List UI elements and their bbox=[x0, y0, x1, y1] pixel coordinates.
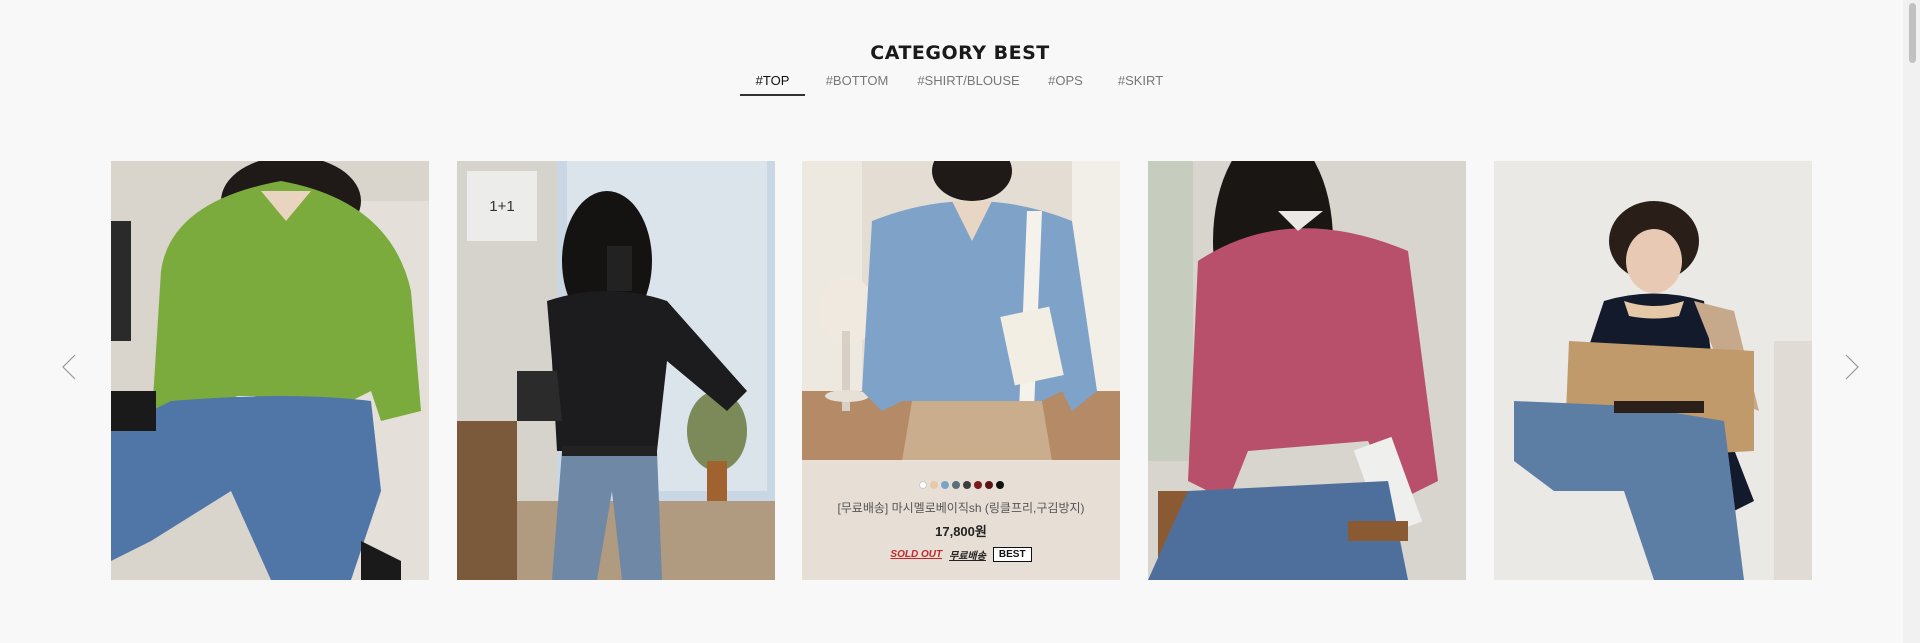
color-swatch[interactable] bbox=[984, 481, 993, 489]
product-tags: SOLD OUT 무료배송 BEST bbox=[802, 547, 1120, 562]
carousel-next-button[interactable] bbox=[1836, 352, 1866, 382]
product-name[interactable]: [무료배송] 마시멜로베이직sh (링클프리,구김방지) bbox=[802, 499, 1120, 516]
color-swatch[interactable] bbox=[918, 481, 927, 489]
product-card[interactable]: [무료배송] 마시멜로베이직sh (링클프리,구김방지) 17,800원 SOL… bbox=[802, 161, 1120, 580]
color-swatch[interactable] bbox=[951, 481, 960, 489]
section-title: CATEGORY BEST bbox=[870, 42, 1050, 64]
tab-ops[interactable]: #OPS bbox=[1028, 73, 1103, 96]
promo-badge: 1+1 bbox=[467, 171, 537, 241]
product-info: [무료배송] 마시멜로베이직sh (링클프리,구김방지) 17,800원 SOL… bbox=[802, 460, 1120, 580]
product-price: 17,800원 bbox=[935, 524, 987, 539]
tab-skirt[interactable]: #SKIRT bbox=[1103, 73, 1178, 96]
color-swatch[interactable] bbox=[973, 481, 982, 489]
chevron-right-icon bbox=[1845, 354, 1859, 380]
chevron-left-icon bbox=[62, 354, 76, 380]
product-card[interactable] bbox=[1148, 161, 1466, 580]
product-image bbox=[1494, 161, 1812, 580]
tab-bottom[interactable]: #BOTTOM bbox=[805, 73, 909, 96]
sold-out-tag: SOLD OUT bbox=[890, 549, 943, 560]
color-swatches bbox=[802, 481, 1120, 490]
color-swatch[interactable] bbox=[962, 481, 971, 489]
product-card[interactable] bbox=[111, 161, 429, 580]
category-tabs: #TOP #BOTTOM #SHIRT/BLOUSE #OPS #SKIRT bbox=[740, 73, 1178, 97]
product-card[interactable]: 1+1 bbox=[457, 161, 775, 580]
color-swatch[interactable] bbox=[995, 481, 1004, 489]
color-swatch[interactable] bbox=[940, 481, 949, 489]
carousel-prev-button[interactable] bbox=[55, 352, 85, 382]
page-scrollbar[interactable] bbox=[1903, 0, 1920, 643]
free-shipping-tag: 무료배송 bbox=[949, 551, 986, 562]
product-image bbox=[111, 161, 429, 580]
product-image bbox=[1148, 161, 1466, 580]
scrollbar-thumb[interactable] bbox=[1909, 3, 1916, 63]
color-swatch[interactable] bbox=[929, 481, 938, 489]
tab-shirt-blouse[interactable]: #SHIRT/BLOUSE bbox=[909, 73, 1028, 96]
product-card[interactable] bbox=[1494, 161, 1812, 580]
best-tag: BEST bbox=[992, 547, 1032, 562]
tab-top[interactable]: #TOP bbox=[740, 73, 805, 96]
